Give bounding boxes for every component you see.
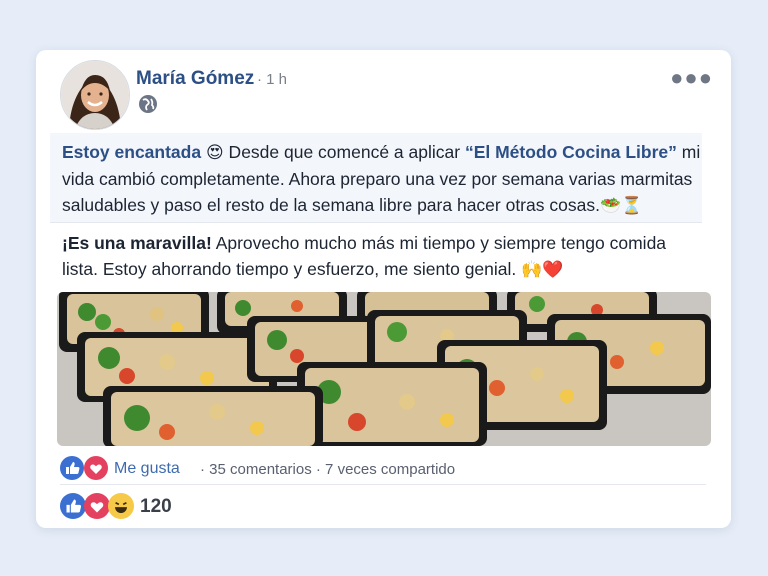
shares-count[interactable]: · 7 veces compartido xyxy=(316,461,455,478)
text-fragment: Desde que comencé a aplicar xyxy=(223,142,465,162)
post-time[interactable]: · 1 h xyxy=(257,71,287,88)
like-icon xyxy=(60,456,84,484)
method-link[interactable]: “El Método Cocina Libre” xyxy=(465,142,677,162)
reaction-count: 120 xyxy=(140,496,172,517)
comments-shares[interactable]: · 35 comentarios · 7 veces compartido xyxy=(200,461,455,478)
haha-icon xyxy=(108,493,134,524)
author-name[interactable]: María Gómez xyxy=(136,68,254,90)
emoji-heart-eyes: 😍 xyxy=(205,143,224,163)
globe-icon xyxy=(138,94,158,114)
avatar[interactable] xyxy=(60,60,130,130)
emoji-salad-hourglass: 🥗⏳ xyxy=(599,196,643,216)
post-paragraph-1: Estoy encantada 😍 Desde que comencé a ap… xyxy=(50,133,702,223)
bold-text: ¡Es una maravilla! xyxy=(62,233,212,253)
highlight-text: Estoy encantada xyxy=(62,142,202,162)
emoji-hands-heart: 🙌❤️ xyxy=(521,260,564,280)
heart-icon xyxy=(84,493,110,524)
like-button[interactable]: Me gusta xyxy=(114,460,180,478)
more-icon[interactable]: ●●● xyxy=(670,67,713,89)
heart-icon xyxy=(84,456,108,484)
post-card: María Gómez · 1 h ●●● Estoy encantada 😍 … xyxy=(36,50,731,528)
meal-prep-photo[interactable] xyxy=(57,292,711,446)
post-paragraph-2: ¡Es una maravilla! Aprovecho mucho más m… xyxy=(62,230,702,283)
like-icon xyxy=(60,493,86,524)
engagement-stats: Me gusta · 35 comentarios · 7 veces comp… xyxy=(60,454,706,485)
comments-count[interactable]: · 35 comentarios xyxy=(200,461,312,478)
